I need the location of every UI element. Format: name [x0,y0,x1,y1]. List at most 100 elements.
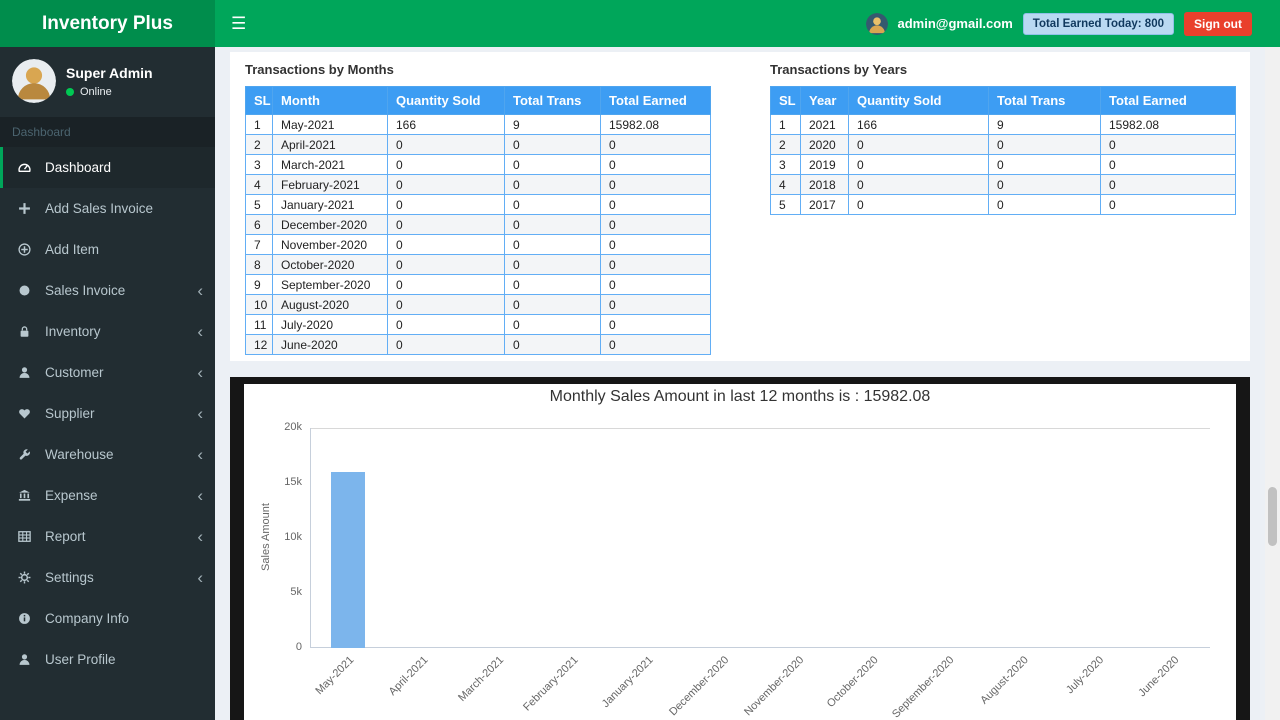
x-axis-tick-label: April-2021 [387,654,431,698]
column-header: Total Trans [988,86,1101,115]
table-row: 3 2019 0 0 0 [770,154,1236,175]
online-status-label: Online [80,85,112,98]
table-cell: 0 [600,214,711,235]
chevron-left-icon: ‹ [197,404,203,423]
table-cell: 2 [770,134,801,155]
table-cell: 12 [245,334,273,355]
table-cell: 0 [387,294,505,315]
table-cell: June-2020 [272,334,388,355]
sidebar-item-label: Warehouse [45,447,114,462]
y-axis-tick-label: 10k [284,531,302,543]
x-axis-tick-label: December-2020 [666,654,731,719]
table-cell: October-2020 [272,254,388,275]
user-email: admin@gmail.com [897,16,1013,31]
sidebar-item-supplier[interactable]: Supplier ‹ [0,393,215,434]
plus-icon [18,202,38,215]
table-cell: 11 [245,314,273,335]
sidebar-item-label: Sales Invoice [45,283,126,298]
x-axis-tick-label: August-2020 [978,654,1031,707]
x-axis-tick-label: July-2020 [1063,654,1106,697]
sidebar-item-report[interactable]: Report ‹ [0,516,215,557]
table-cell: 10 [245,294,273,315]
table-cell: 0 [988,134,1101,155]
monthly-sales-chart: Monthly Sales Amount in last 12 months i… [230,377,1250,720]
table-cell: 0 [600,254,711,275]
months-table-title: Transactions by Months [245,62,394,77]
table-cell: 3 [770,154,801,175]
table-row: 3 March-2021 0 0 0 [245,154,711,175]
table-cell: 0 [504,154,601,175]
sidebar-item-label: Add Sales Invoice [45,201,154,216]
transactions-panel: Transactions by Months SL Month Quantity S… [230,52,1250,361]
sidebar-item-label: Settings [45,570,94,585]
sidebar-item-dashboard[interactable]: Dashboard [0,147,215,188]
scrollbar-thumb[interactable] [1268,487,1277,546]
vertical-scrollbar[interactable] [1265,47,1280,720]
table-cell: November-2020 [272,234,388,255]
sidebar-item-inventory[interactable]: Inventory ‹ [0,311,215,352]
chevron-left-icon: ‹ [197,281,203,300]
table-cell: 0 [600,314,711,335]
table-cell: 0 [387,214,505,235]
sidebar-item-warehouse[interactable]: Warehouse ‹ [0,434,215,475]
sidebar-item-add-item[interactable]: Add Item [0,229,215,270]
sidebar-item-label: Expense [45,488,98,503]
table-row: 12 June-2020 0 0 0 [245,334,711,355]
sidebar-item-company-info[interactable]: Company Info [0,598,215,639]
user-avatar-small[interactable] [865,12,888,35]
table-cell: 0 [387,174,505,195]
table-cell: 15982.08 [1100,114,1236,135]
x-axis-tick-label: March-2021 [455,654,506,704]
y-axis-tick-label: 15k [284,476,302,488]
table-cell: 6 [245,214,273,235]
table-cell: 0 [600,294,711,315]
chevron-left-icon: ‹ [197,486,203,505]
x-axis-tick-label: February-2021 [521,654,581,714]
table-cell: September-2020 [272,274,388,295]
sidebar-item-sales-invoice[interactable]: Sales Invoice ‹ [0,270,215,311]
app-window: Inventory Plus ☰ admin@gmail.com Total E… [0,0,1280,720]
table-cell: 0 [600,274,711,295]
column-header: SL [245,86,273,115]
column-header: Month [272,86,388,115]
sidebar-item-settings[interactable]: Settings ‹ [0,557,215,598]
gears-icon [18,571,38,584]
sidebar-section-label: Dashboard [0,117,215,147]
user-name: Super Admin [66,64,153,81]
sidebar: Super Admin Online Dashboard Dashboard Ad… [0,47,215,720]
transactions-by-years-table: SL Year Quantity Sold Total Trans Total Earn… [770,86,1236,215]
table-cell: 9 [245,274,273,295]
table-cell: February-2021 [272,174,388,195]
hamburger-menu-icon[interactable]: ☰ [215,0,262,47]
user-icon [18,653,38,666]
table-cell: 0 [504,314,601,335]
table-cell: 0 [387,274,505,295]
sidebar-item-expense[interactable]: Expense ‹ [0,475,215,516]
top-navbar: Inventory Plus ☰ admin@gmail.com Total E… [0,0,1280,47]
chevron-left-icon: ‹ [197,568,203,587]
column-header: SL [770,86,801,115]
sidebar-item-user-profile[interactable]: User Profile [0,639,215,680]
transactions-by-months-section: Transactions by Months SL Month Quantity S… [245,60,711,355]
column-header: Total Earned [600,86,711,115]
sidebar-item-label: Dashboard [45,160,112,175]
table-cell: 2 [245,134,273,155]
sidebar-item-customer[interactable]: Customer ‹ [0,352,215,393]
user-avatar [12,59,56,103]
table-row: 11 July-2020 0 0 0 [245,314,711,335]
x-axis-tick-label: September-2020 [889,654,956,720]
table-cell: 0 [988,154,1101,175]
table-cell: 0 [600,234,711,255]
table-cell: 166 [848,114,989,135]
sidebar-user-panel: Super Admin Online [0,47,215,117]
table-cell: 2021 [800,114,849,135]
lock-icon [18,325,38,338]
table-cell: 7 [245,234,273,255]
chart-plot-area [310,428,1210,648]
sidebar-item-add-sales-invoice[interactable]: Add Sales Invoice [0,188,215,229]
table-cell: 0 [387,334,505,355]
table-cell: 0 [387,234,505,255]
table-cell: 2019 [800,154,849,175]
sign-out-button[interactable]: Sign out [1184,11,1252,36]
x-axis-tick-label: November-2020 [741,654,806,719]
